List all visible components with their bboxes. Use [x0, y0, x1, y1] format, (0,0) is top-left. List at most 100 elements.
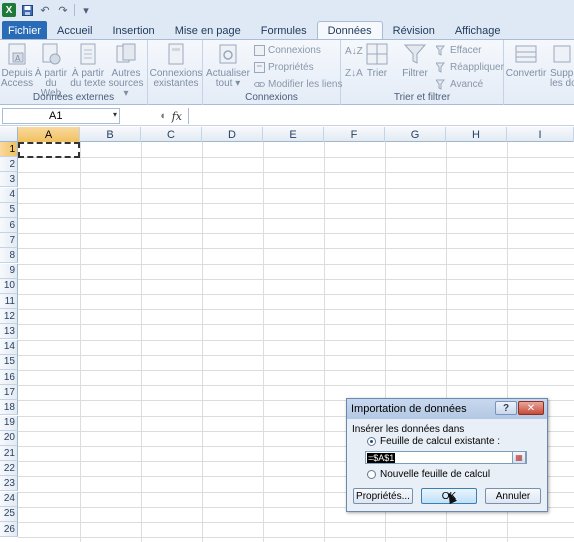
- edit-links-button[interactable]: Modifier les liens: [253, 78, 342, 90]
- sort-az-button[interactable]: A↓Z: [345, 46, 363, 57]
- row-header-1[interactable]: 1: [0, 142, 18, 157]
- from-web-button[interactable]: À partir du Web: [34, 42, 68, 99]
- tab-affichage[interactable]: Affichage: [445, 21, 511, 40]
- tab-formules[interactable]: Formules: [251, 21, 317, 40]
- insert-function-button[interactable]: fx: [172, 110, 182, 123]
- tab-insertion[interactable]: Insertion: [102, 21, 164, 40]
- row-header-18[interactable]: 18: [0, 400, 18, 416]
- sort-za-icon: Z↓A: [345, 68, 363, 79]
- dialog-title: Importation de données: [351, 403, 467, 415]
- row-header-7[interactable]: 7: [0, 233, 18, 249]
- formula-input[interactable]: [188, 108, 574, 124]
- ribbon-tabs: Fichier Accueil Insertion Mise en page F…: [0, 20, 574, 40]
- other-sources-button[interactable]: Autres sources ▾: [107, 42, 145, 99]
- help-button[interactable]: ?: [495, 401, 517, 415]
- row-header-22[interactable]: 22: [0, 461, 18, 477]
- column-header-i[interactable]: I: [507, 127, 574, 142]
- access-database-icon: A: [6, 42, 28, 66]
- row-header-26[interactable]: 26: [0, 522, 18, 537]
- excel-logo-icon[interactable]: X: [2, 3, 16, 17]
- advanced-filter-button[interactable]: Avancé: [435, 78, 483, 90]
- column-headers: A B C D E F G H I: [0, 127, 574, 142]
- convert-button[interactable]: Convertir: [506, 42, 546, 79]
- tab-mise-en-page[interactable]: Mise en page: [165, 21, 251, 40]
- tab-donnees[interactable]: Données: [316, 21, 383, 40]
- column-header-g[interactable]: G: [385, 127, 446, 142]
- row-header-12[interactable]: 12: [0, 309, 18, 325]
- column-header-h[interactable]: H: [446, 127, 507, 142]
- remove-duplicates-icon: [550, 42, 572, 66]
- row-header-15[interactable]: 15: [0, 354, 18, 370]
- column-header-b[interactable]: B: [80, 127, 141, 142]
- tab-revision[interactable]: Révision: [383, 21, 445, 40]
- filter-button[interactable]: Filtrer: [401, 42, 429, 79]
- row-header-5[interactable]: 5: [0, 202, 18, 218]
- row-header-14[interactable]: 14: [0, 339, 18, 355]
- radio-new-sheet[interactable]: Nouvelle feuille de calcul: [367, 469, 490, 480]
- from-text-button[interactable]: À partir du texte: [70, 42, 106, 89]
- target-range-value: =$A$1: [367, 453, 396, 463]
- row-header-24[interactable]: 24: [0, 491, 18, 507]
- row-header-3[interactable]: 3: [0, 172, 18, 188]
- group-connections: Actualiser tout ▾ Connexions Propriétés …: [203, 40, 342, 105]
- target-range-input[interactable]: =$A$1: [365, 451, 527, 464]
- column-header-f[interactable]: F: [324, 127, 385, 142]
- row-header-21[interactable]: 21: [0, 446, 18, 461]
- sort-za-button[interactable]: Z↓A: [345, 68, 363, 79]
- radio-existing-sheet-indicator[interactable]: [367, 437, 376, 446]
- radio-existing-sheet-label: Feuille de calcul existante :: [380, 436, 501, 447]
- row-header-19[interactable]: 19: [0, 415, 18, 431]
- radio-new-sheet-indicator[interactable]: [367, 470, 376, 479]
- row-header-23[interactable]: 23: [0, 476, 18, 492]
- properties-dialog-button[interactable]: Propriétés...: [353, 488, 413, 504]
- row-header-9[interactable]: 9: [0, 263, 18, 279]
- dialog-title-bar[interactable]: Importation de données: [347, 399, 547, 419]
- row-header-2[interactable]: 2: [0, 157, 18, 173]
- column-header-c[interactable]: C: [141, 127, 202, 142]
- connections-button[interactable]: Connexions: [253, 44, 321, 56]
- refresh-all-button[interactable]: Actualiser tout ▾: [205, 42, 251, 89]
- column-header-d[interactable]: D: [202, 127, 263, 142]
- convert-label: Convertir: [505, 68, 547, 79]
- row-header-17[interactable]: 17: [0, 385, 18, 401]
- range-selector-icon[interactable]: ▦: [512, 451, 526, 464]
- undo-icon[interactable]: ↶: [38, 3, 52, 17]
- group-existing-connections: Connexions existantes: [148, 40, 203, 105]
- row-header-10[interactable]: 10: [0, 278, 18, 294]
- radio-existing-sheet[interactable]: Feuille de calcul existante :: [367, 436, 500, 447]
- name-box[interactable]: A1 ▾: [2, 108, 120, 124]
- existing-connections-line2: existantes: [153, 78, 199, 89]
- row-header-25[interactable]: 25: [0, 506, 18, 522]
- save-icon[interactable]: [20, 3, 34, 17]
- row-header-11[interactable]: 11: [0, 294, 18, 309]
- reapply-button[interactable]: Réappliquer: [435, 61, 504, 73]
- from-access-button[interactable]: A Depuis Access: [1, 42, 33, 89]
- row-header-16[interactable]: 16: [0, 370, 18, 385]
- row-header-4[interactable]: 4: [0, 187, 18, 203]
- row-header-6[interactable]: 6: [0, 218, 18, 233]
- group-connections-label: Connexions: [245, 92, 298, 103]
- select-all-corner[interactable]: [0, 127, 18, 142]
- redo-icon[interactable]: ↷: [56, 3, 70, 17]
- row-header-8[interactable]: 8: [0, 248, 18, 264]
- row-header-13[interactable]: 13: [0, 324, 18, 340]
- existing-connections-button[interactable]: Connexions existantes: [150, 42, 202, 89]
- close-icon[interactable]: ✕: [518, 401, 544, 415]
- customize-toolbar-icon[interactable]: ▾: [79, 3, 93, 17]
- column-header-a[interactable]: A: [18, 127, 80, 142]
- cancel-button[interactable]: Annuler: [485, 488, 541, 504]
- row-header-20[interactable]: 20: [0, 430, 18, 446]
- remove-duplicates-button[interactable]: Supp les do: [550, 42, 574, 89]
- active-cell-a1[interactable]: [18, 142, 80, 158]
- properties-button[interactable]: Propriétés: [253, 61, 314, 73]
- formula-expand-icon[interactable]: ◖: [159, 110, 166, 122]
- connections-icon: [253, 44, 265, 56]
- tab-fichier[interactable]: Fichier: [2, 21, 48, 40]
- tab-accueil[interactable]: Accueil: [47, 21, 102, 40]
- name-box-dropdown-icon[interactable]: ▾: [113, 110, 117, 119]
- reapply-icon: [435, 61, 447, 73]
- column-header-e[interactable]: E: [263, 127, 324, 142]
- sort-button[interactable]: Trier: [363, 42, 391, 79]
- group-external-data: A Depuis Access À partir du Web À partir…: [0, 40, 148, 105]
- clear-filter-button[interactable]: Effacer: [435, 44, 482, 56]
